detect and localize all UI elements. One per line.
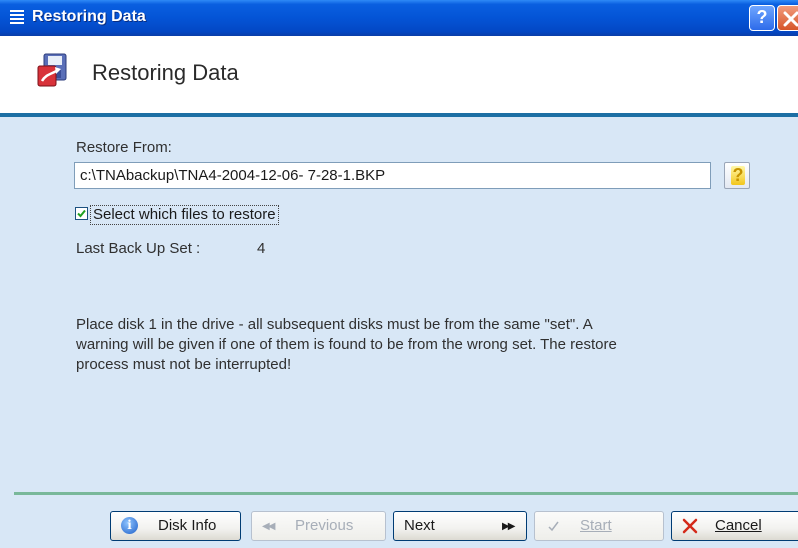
restore-path-input[interactable] xyxy=(74,162,711,189)
footer-separator xyxy=(14,492,798,495)
disk-info-button[interactable]: i Disk Info xyxy=(110,511,241,541)
instructions-line-2: warning will be given if one of them is … xyxy=(76,336,617,353)
restore-from-label: Restore From: xyxy=(76,139,172,156)
window-title: Restoring Data xyxy=(32,8,146,25)
select-files-checkbox[interactable] xyxy=(75,207,88,220)
instructions-line-1: Place disk 1 in the drive - all subseque… xyxy=(76,316,593,333)
close-icon xyxy=(783,11,798,27)
previous-button[interactable]: ◀◀ Previous xyxy=(251,511,386,541)
restoring-data-dialog: Restoring Data ? Restoring Data Restore … xyxy=(0,0,798,548)
instructions-line-3: process must not be interrupted! xyxy=(76,356,292,373)
header-title: Restoring Data xyxy=(92,60,239,85)
title-bar[interactable]: Restoring Data ? xyxy=(0,0,798,36)
help-title-button[interactable]: ? xyxy=(749,5,775,31)
next-button[interactable]: Next ▶▶ xyxy=(393,511,527,541)
double-left-arrow-icon: ◀◀ xyxy=(262,521,275,532)
start-button[interactable]: Start xyxy=(534,511,664,541)
start-label: Start xyxy=(580,517,612,534)
cross-icon xyxy=(682,518,698,534)
last-backup-label: Last Back Up Set : xyxy=(76,240,201,257)
info-icon: i xyxy=(121,517,138,534)
disk-info-label: Disk Info xyxy=(158,517,217,534)
header-separator xyxy=(0,113,798,117)
close-button[interactable] xyxy=(777,5,798,31)
checkmark-icon xyxy=(77,209,86,218)
double-right-arrow-icon: ▶▶ xyxy=(502,521,515,532)
cancel-label: Cancel xyxy=(715,517,762,534)
previous-label: Previous xyxy=(295,517,354,534)
cancel-button[interactable]: Cancel xyxy=(671,511,798,541)
last-backup-value: 4 xyxy=(257,240,266,257)
checkmark-icon xyxy=(548,521,559,532)
restore-data-icon xyxy=(37,53,67,87)
browse-help-button[interactable]: ? xyxy=(724,162,750,189)
next-label: Next xyxy=(404,517,435,534)
select-files-label[interactable]: Select which files to restore xyxy=(90,205,279,225)
system-menu-icon[interactable] xyxy=(8,8,26,26)
question-icon: ? xyxy=(731,165,745,185)
